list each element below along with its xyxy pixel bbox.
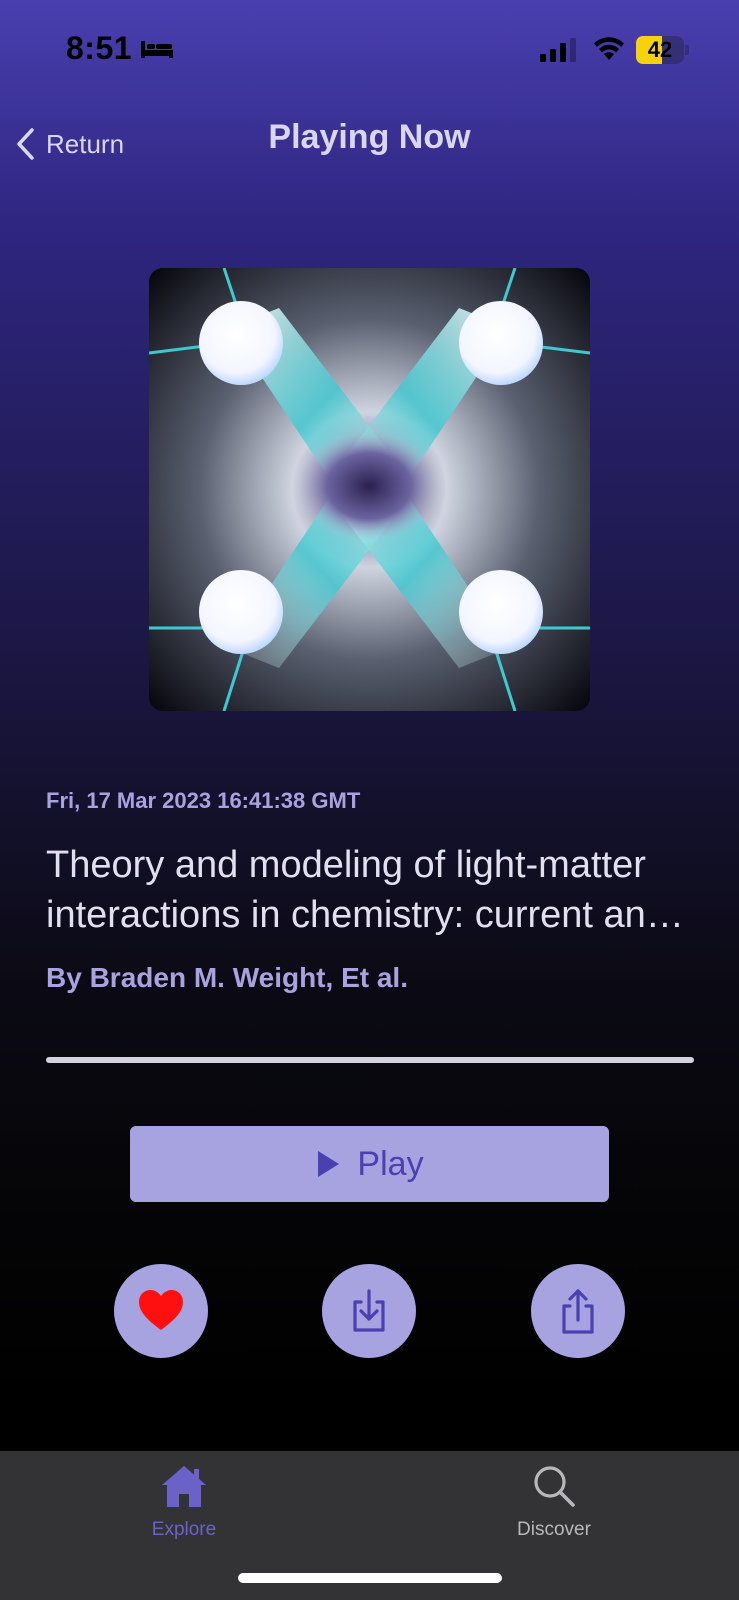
battery-level: 42 [647,37,673,62]
download-button[interactable] [322,1264,416,1358]
play-button[interactable]: Play [130,1126,609,1202]
like-button[interactable] [114,1264,208,1358]
episode-author: By Braden M. Weight, Et al. [46,962,408,993]
battery-icon: 42 [636,36,689,64]
page-title: Playing Now [268,118,471,156]
wifi-icon [594,37,624,60]
home-indicator [238,1573,502,1583]
tab-discover[interactable]: Discover [474,1463,634,1541]
play-label: Play [357,1144,424,1183]
heart-icon [139,1290,183,1330]
magnifier-icon [534,1466,575,1507]
tab-explore[interactable]: Explore [104,1463,264,1541]
share-button[interactable] [531,1264,625,1358]
house-icon [162,1466,206,1507]
bed-icon [141,41,173,58]
download-icon [353,1289,385,1332]
share-icon [562,1289,594,1334]
play-icon [318,1151,340,1177]
status-time: 8:51 [66,30,133,66]
episode-date: Fri, 17 Mar 2023 16:41:38 GMT [46,788,361,813]
episode-artwork [149,268,590,711]
artwork-image [149,268,590,711]
tab-discover-label: Discover [517,1519,591,1540]
status-bar: 8:51 42 [0,0,739,100]
episode-title: Theory and modeling of light-matter inte… [46,844,667,936]
signal-icon [540,38,576,62]
playback-progress-bar[interactable] [46,1057,694,1063]
tab-explore-label: Explore [151,1519,217,1540]
